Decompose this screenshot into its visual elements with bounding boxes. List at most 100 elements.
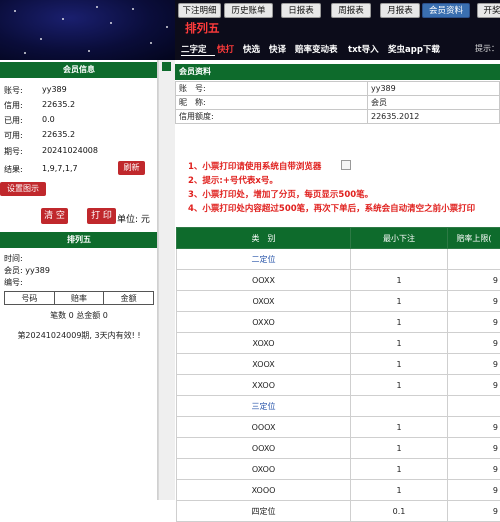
limits-max-odds: 9	[448, 354, 500, 375]
panel-scrollbar[interactable]	[158, 60, 175, 500]
limits-max-odds	[448, 396, 500, 417]
limits-col-max-odds: 赔率上限(	[448, 228, 500, 249]
tab-lottery-results[interactable]: 开奖	[477, 3, 500, 18]
profile-label-account: 账 号:	[176, 82, 368, 96]
limits-group-label: 二定位	[177, 249, 351, 270]
profile-value-nickname: 会员	[368, 96, 500, 110]
tab-daily-report[interactable]: 日报表	[281, 3, 321, 18]
limits-row: OOXO19	[177, 438, 500, 459]
profile-label-nickname: 昵 称:	[176, 96, 368, 110]
member-profile-table: 账 号: yy389 昵 称: 会员 信用额度: 22635.2012	[175, 81, 500, 124]
limits-min-bet: 1	[351, 417, 448, 438]
info-value-period: 20241024008	[42, 146, 98, 155]
clear-button[interactable]: 清 空	[41, 208, 68, 224]
ticket-number-label: 编号:	[4, 277, 23, 288]
notice-item: 2、提示:+号代表x号。	[188, 174, 278, 186]
limits-max-odds: 9	[448, 291, 500, 312]
subnav-hint: 提示：	[475, 43, 499, 54]
limits-min-bet: 1	[351, 459, 448, 480]
ticket-time-label: 时间:	[4, 253, 23, 264]
info-label-credit: 信用:	[4, 100, 23, 111]
settings-display-button[interactable]: 设置图示	[0, 182, 46, 196]
limits-category: OOXO	[177, 438, 351, 459]
limits-row: XXOO19	[177, 375, 500, 396]
profile-value-credit-limit: 22635.2012	[368, 110, 500, 124]
subnav-txt-import[interactable]: txt导入	[348, 43, 379, 55]
limits-row: OXOX19	[177, 291, 500, 312]
limits-col-min-bet: 最小下注	[351, 228, 448, 249]
limits-category: XXOO	[177, 375, 351, 396]
member-info-header: 会员信息	[0, 62, 158, 78]
ticket-col-odds: 赔率	[54, 292, 104, 305]
ticket-table: 号码 赔率 金额	[4, 291, 154, 305]
limits-min-bet: 1	[351, 312, 448, 333]
tab-weekly-report[interactable]: 周报表	[331, 3, 371, 18]
bet-limits-table: 类 别 最小下注 赔率上限( 二定位OOXX19OXOX19OXXO19XOXO…	[176, 227, 500, 522]
limits-category: OOXX	[177, 270, 351, 291]
subnav-quick-translate[interactable]: 快译	[269, 43, 286, 55]
info-label-result: 结果:	[4, 164, 23, 175]
info-value-credit: 22635.2	[42, 100, 75, 109]
limits-max-odds: 9	[448, 375, 500, 396]
limits-category: XOOX	[177, 354, 351, 375]
limits-max-odds: 9	[448, 270, 500, 291]
profile-label-credit-limit: 信用额度:	[176, 110, 368, 124]
limits-category: XOOO	[177, 480, 351, 501]
limits-group-row: 三定位	[177, 396, 500, 417]
subnav-quick-play[interactable]: 快打	[217, 43, 234, 55]
tab-member-profile[interactable]: 会员资料	[422, 3, 470, 18]
ticket-header: 排列五	[0, 232, 158, 248]
print-button[interactable]: 打 印	[87, 208, 116, 224]
section-title: 排列五	[185, 20, 220, 36]
limits-max-odds: 9	[448, 333, 500, 354]
limits-max-odds	[448, 249, 500, 270]
limits-min-bet: 1	[351, 270, 448, 291]
ticket-table-header-row: 号码 赔率 金额	[5, 292, 154, 305]
subnav-app-download[interactable]: 奖虫app下载	[388, 43, 440, 55]
subnav-quick-select[interactable]: 快选	[243, 43, 260, 55]
tab-bet-details[interactable]: 下注明细	[178, 3, 221, 18]
limits-category: OXOO	[177, 459, 351, 480]
limits-min-bet: 1	[351, 480, 448, 501]
limits-row: XOOX19	[177, 354, 500, 375]
limits-max-odds: 9	[448, 312, 500, 333]
limits-category: OXOX	[177, 291, 351, 312]
limits-row: OXOO19	[177, 459, 500, 480]
limits-group-label: 三定位	[177, 396, 351, 417]
limits-category: 四定位	[177, 501, 351, 522]
member-profile-header: 会员资料	[175, 64, 500, 80]
info-value-result: 1,9,7,1,7	[42, 164, 78, 173]
ticket-member-label: 会员: yy389	[4, 265, 50, 276]
subnav-two-digit[interactable]: 二字定	[181, 43, 207, 55]
ticket-validity-note: 第20241024009期, 3天内有效! !	[0, 330, 158, 341]
limits-max-odds: 9	[448, 501, 500, 522]
info-label-period: 期号:	[4, 146, 23, 157]
broken-image-icon	[341, 160, 351, 170]
limits-row: OOXX19	[177, 270, 500, 291]
limits-min-bet: 1	[351, 438, 448, 459]
ticket-col-number: 号码	[5, 292, 55, 305]
unit-label: 单位: 元	[117, 212, 150, 225]
tab-history-bills[interactable]: 历史账单	[224, 3, 273, 18]
info-value-available: 22635.2	[42, 130, 75, 139]
ticket-col-amount: 金额	[104, 292, 154, 305]
limits-group-row: 二定位	[177, 249, 500, 270]
tab-monthly-report[interactable]: 月报表	[380, 3, 420, 18]
subnav-odds-change-table[interactable]: 赔率变动表	[295, 43, 338, 55]
refresh-button[interactable]: 刷新	[118, 161, 145, 175]
scrollbar-thumb[interactable]	[162, 62, 171, 71]
info-label-available: 可用:	[4, 130, 23, 141]
limits-max-odds: 9	[448, 438, 500, 459]
notice-item: 4、小票打印处内容超过500笔，再次下单后，系统会自动清空之前小票打印	[188, 202, 475, 214]
limits-min-bet: 1	[351, 333, 448, 354]
notice-item: 1、小票打印请使用系统自带浏览器	[188, 160, 321, 172]
limits-row: OOOX19	[177, 417, 500, 438]
limits-header-row: 类 别 最小下注 赔率上限(	[177, 228, 500, 249]
limits-body: 二定位OOXX19OXOX19OXXO19XOXO19XOOX19XXOO19三…	[177, 249, 500, 522]
top-navigation-bar: 下注明细 历史账单 日报表 周报表 月报表 会员资料 开奖 排列五 二字定 快打…	[175, 0, 500, 60]
limits-col-category: 类 别	[177, 228, 351, 249]
limits-row: XOOO19	[177, 480, 500, 501]
left-sidebar: 会员信息 账号: yy389 信用: 22635.2 已用: 0.0 可用: 2…	[0, 60, 158, 500]
limits-min-bet	[351, 396, 448, 417]
limits-min-bet	[351, 249, 448, 270]
